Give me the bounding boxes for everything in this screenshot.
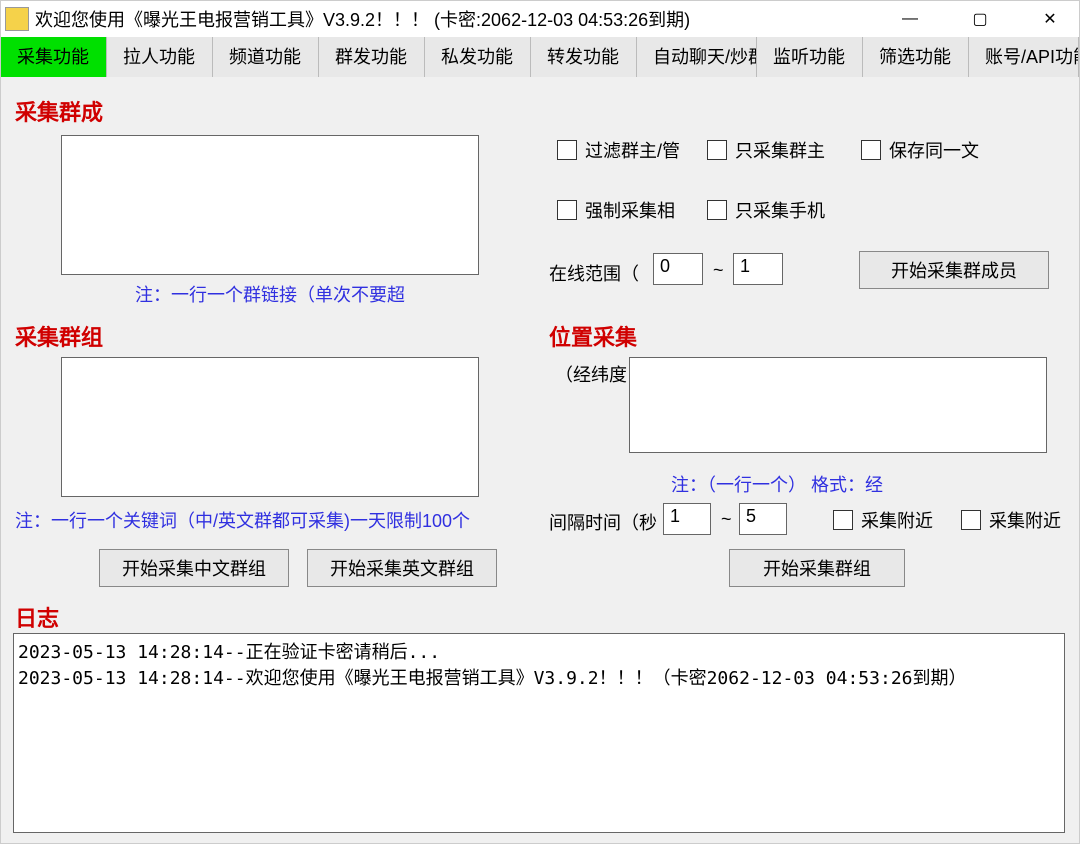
section-location-title: 位置采集	[549, 320, 637, 352]
tab-bar: 采集功能 拉人功能 频道功能 群发功能 私发功能 转发功能 自动聊天/炒群 监听…	[1, 37, 1079, 77]
tab-mass[interactable]: 群发功能	[319, 37, 425, 77]
log-line: 2023-05-13 14:28:14--欢迎您使用《曝光王电报营销工具》V3.…	[18, 668, 967, 689]
chk-label: 采集附近	[861, 507, 933, 533]
btn-collect-members[interactable]: 开始采集群成员	[859, 251, 1049, 289]
chk-only-phone[interactable]: 只采集手机	[707, 197, 825, 223]
chk-only-owner[interactable]: 只采集群主	[707, 137, 825, 163]
group-links-note: 注：一行一个群链接（单次不要超	[135, 281, 435, 307]
chk-label: 只采集手机	[735, 197, 825, 223]
section-collect-groups-title: 采集群组	[15, 320, 103, 352]
checkbox-icon	[861, 140, 881, 160]
interval-label: 间隔时间（秒	[549, 509, 657, 535]
tab-forward[interactable]: 转发功能	[531, 37, 637, 77]
checkbox-icon	[557, 200, 577, 220]
group-links-textarea[interactable]	[61, 135, 479, 275]
maximize-icon[interactable]: ▢	[965, 7, 995, 31]
latlng-label: （经纬度	[555, 361, 627, 387]
latlng-note: 注：（一行一个） 格式：经	[671, 471, 931, 497]
tab-autochat[interactable]: 自动聊天/炒群	[637, 37, 757, 77]
online-range-from[interactable]: 0	[653, 253, 703, 285]
btn-collect-en-groups[interactable]: 开始采集英文群组	[307, 549, 497, 587]
interval-from[interactable]: 1	[663, 503, 711, 535]
chk-filter-owner[interactable]: 过滤群主/管	[557, 137, 680, 163]
tab-private[interactable]: 私发功能	[425, 37, 531, 77]
chk-collect-nearby-1[interactable]: 采集附近	[833, 507, 933, 533]
chk-save-same[interactable]: 保存同一文	[861, 137, 979, 163]
interval-to[interactable]: 5	[739, 503, 787, 535]
btn-collect-location-groups[interactable]: 开始采集群组	[729, 549, 905, 587]
checkbox-icon	[833, 510, 853, 530]
online-range-to[interactable]: 1	[733, 253, 783, 285]
tilde-1: ~	[713, 260, 724, 281]
window-title: 欢迎您使用《曝光王电报营销工具》V3.9.2！！！ (卡密:2062-12-03…	[35, 6, 895, 32]
checkbox-icon	[557, 140, 577, 160]
keywords-textarea[interactable]	[61, 357, 479, 497]
titlebar: 欢迎您使用《曝光王电报营销工具》V3.9.2！！！ (卡密:2062-12-03…	[1, 1, 1079, 37]
chk-label: 过滤群主/管	[585, 137, 680, 163]
chk-label: 只采集群主	[735, 137, 825, 163]
online-range-label: 在线范围（	[549, 260, 639, 286]
tab-filter[interactable]: 筛选功能	[863, 37, 969, 77]
latlng-textarea[interactable]	[629, 357, 1047, 453]
window-controls: — ▢ ✕	[895, 7, 1065, 31]
tilde-2: ~	[721, 509, 732, 530]
section-collect-members-title: 采集群成	[15, 95, 103, 127]
chk-label: 保存同一文	[889, 137, 979, 163]
btn-collect-cn-groups[interactable]: 开始采集中文群组	[99, 549, 289, 587]
tab-invite[interactable]: 拉人功能	[107, 37, 213, 77]
minimize-icon[interactable]: —	[895, 7, 925, 31]
section-log-title: 日志	[15, 601, 59, 633]
checkbox-icon	[707, 200, 727, 220]
chk-collect-nearby-2[interactable]: 采集附近	[961, 507, 1061, 533]
tab-monitor[interactable]: 监听功能	[757, 37, 863, 77]
content-area: 采集群成 注：一行一个群链接（单次不要超 过滤群主/管 只采集群主 保存同一文 …	[1, 77, 1079, 843]
chk-label: 强制采集相	[585, 197, 675, 223]
close-icon[interactable]: ✕	[1035, 7, 1065, 31]
chk-label: 采集附近	[989, 507, 1061, 533]
checkbox-icon	[961, 510, 981, 530]
log-line: 2023-05-13 14:28:14--正在验证卡密请稍后...	[18, 642, 440, 663]
app-icon	[5, 7, 29, 31]
checkbox-icon	[707, 140, 727, 160]
keywords-note: 注：一行一个关键词（中/英文群都可采集)一天限制100个	[15, 507, 525, 533]
tab-channel[interactable]: 频道功能	[213, 37, 319, 77]
log-textarea[interactable]: 2023-05-13 14:28:14--正在验证卡密请稍后... 2023-0…	[13, 633, 1065, 833]
tab-account[interactable]: 账号/API功能	[969, 37, 1079, 77]
app-window: 欢迎您使用《曝光王电报营销工具》V3.9.2！！！ (卡密:2062-12-03…	[0, 0, 1080, 844]
tab-collect[interactable]: 采集功能	[1, 37, 107, 77]
chk-force-collect[interactable]: 强制采集相	[557, 197, 675, 223]
